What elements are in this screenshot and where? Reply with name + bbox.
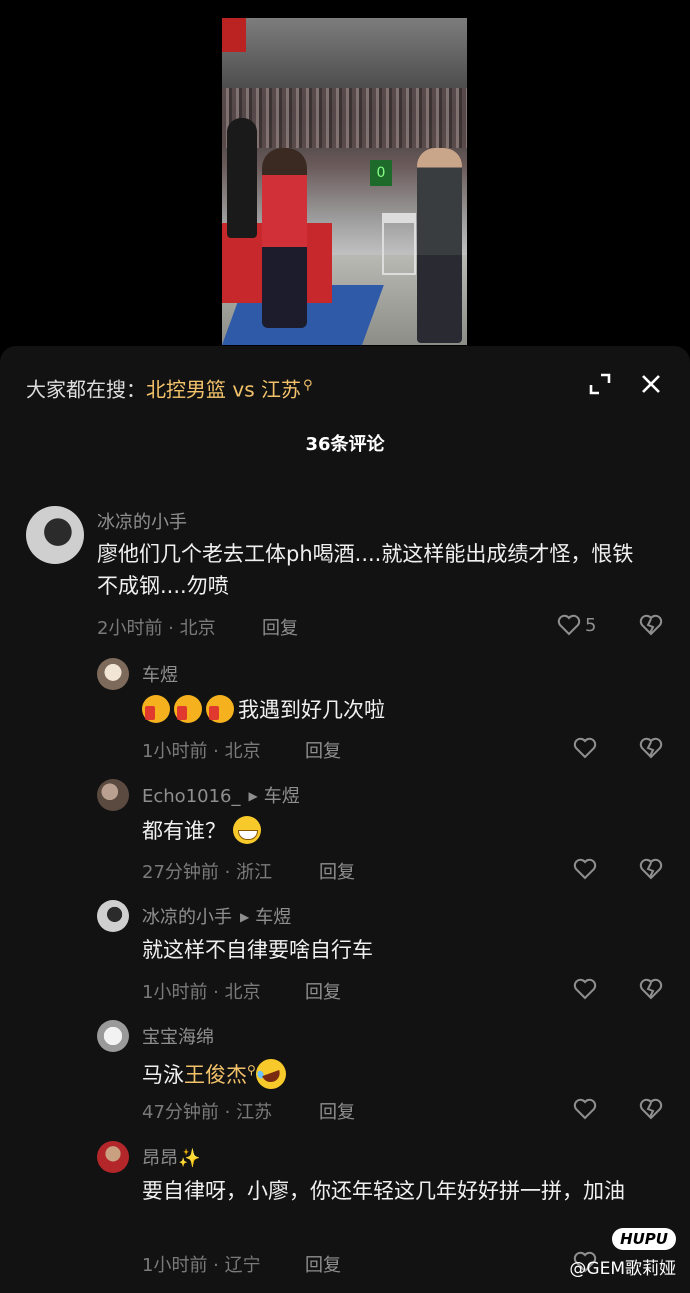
grinning-face-icon: [232, 816, 261, 844]
thumbs-up-icon: [206, 695, 234, 723]
broken-heart-icon: [639, 1098, 663, 1120]
reply-username[interactable]: 冰凉的小手: [142, 907, 232, 928]
comment-meta: 1小时前 · 辽宁: [142, 1255, 261, 1276]
crowd: [222, 88, 467, 148]
comment-text: 就这样不自律要啥自行车: [142, 938, 373, 962]
comment-text-content: 都有谁？: [142, 819, 226, 843]
comment-meta: 1小时前 · 北京: [142, 741, 261, 762]
comment-username[interactable]: 车煜: [142, 661, 178, 687]
trending-search-keyword[interactable]: 北控男篮 vs 江苏: [146, 378, 301, 402]
person-background: [227, 118, 257, 238]
reply-to-username[interactable]: 车煜: [255, 907, 291, 928]
reply-button[interactable]: 回复: [305, 1251, 341, 1277]
like-count: 5: [585, 614, 597, 636]
avatar[interactable]: [97, 1141, 129, 1173]
trending-search[interactable]: 大家都在搜：北控男篮 vs 江苏 ⚲: [26, 368, 313, 404]
avatar[interactable]: [97, 1020, 129, 1052]
comment-count-title: 36条评论: [305, 434, 385, 455]
heart-icon: [573, 858, 597, 880]
search-icon: ⚲: [302, 378, 313, 393]
search-keyword-link[interactable]: 王俊杰: [184, 1063, 247, 1087]
watermark-credit: @GEM歌莉娅: [569, 1259, 676, 1279]
expand-icon: [589, 373, 611, 395]
dislike-button[interactable]: [639, 1098, 663, 1124]
reply-arrow-icon: ▶: [240, 910, 250, 924]
reply-button[interactable]: 回复: [262, 614, 298, 640]
comment-meta: 1小时前 · 北京: [142, 982, 261, 1003]
comment-username[interactable]: 冰凉的小手: [97, 508, 187, 534]
video-preview[interactable]: 0: [222, 18, 467, 345]
staff-figure: [417, 148, 462, 343]
shot-clock: 0: [370, 160, 392, 186]
reply-arrow-icon: ▶: [248, 789, 258, 803]
broken-heart-icon: [639, 737, 663, 759]
watermark: HUPU @GEM歌莉娅: [569, 1228, 676, 1279]
rolling-laughing-face-icon: [251, 1054, 291, 1094]
comment-sheet: 大家都在搜：北控男篮 vs 江苏 ⚲ 36条评论 冰凉的小手 廖他们几个老去工体p…: [0, 346, 690, 1293]
comment-meta: 47分钟前 · 江苏: [142, 1102, 273, 1123]
sparkles-icon: ✨: [178, 1148, 201, 1169]
reply-button[interactable]: 回复: [319, 858, 355, 884]
comment-text-content: 马泳: [142, 1063, 184, 1087]
dislike-button[interactable]: [639, 737, 663, 763]
reply-to-username[interactable]: 车煜: [264, 786, 300, 807]
like-button[interactable]: 5: [557, 614, 596, 636]
expand-button[interactable]: [584, 368, 616, 400]
broken-heart-icon: [639, 978, 663, 1000]
trending-search-prefix: 大家都在搜：: [26, 377, 146, 402]
comment-text: 我遇到好几次啦: [142, 694, 385, 726]
avatar[interactable]: [26, 506, 84, 564]
comment-username: Echo1016_ ▶ 车煜: [142, 782, 300, 808]
like-button[interactable]: [573, 978, 597, 1000]
comment-username: 昂昂✨: [142, 1144, 200, 1170]
search-icon: ⚲: [247, 1063, 256, 1077]
comment-meta: 27分钟前 · 浙江: [142, 862, 273, 883]
comment-username[interactable]: 宝宝海绵: [142, 1023, 214, 1049]
avatar[interactable]: [97, 658, 129, 690]
heart-icon: [573, 737, 597, 759]
reply-button[interactable]: 回复: [305, 978, 341, 1004]
comment-username: 冰凉的小手 ▶ 车煜: [142, 903, 291, 929]
heart-icon: [573, 978, 597, 1000]
comment-text: 马泳王俊杰⚲: [142, 1054, 291, 1094]
reply-username[interactable]: 昂昂: [142, 1148, 178, 1169]
broken-heart-icon: [639, 858, 663, 880]
reply-button[interactable]: 回复: [319, 1098, 355, 1124]
dislike-button[interactable]: [639, 978, 663, 1004]
dislike-button[interactable]: [639, 858, 663, 884]
player-figure: [262, 148, 307, 328]
like-button[interactable]: [573, 737, 597, 759]
comment-meta: 2小时前 · 北京: [97, 618, 216, 639]
comment-text: 要自律呀，小廖，你还年轻这几年好好拼一拼，加油: [142, 1179, 625, 1203]
comment-text: 都有谁？: [142, 815, 261, 847]
dislike-button[interactable]: [639, 614, 663, 640]
reply-username[interactable]: Echo1016_: [142, 786, 241, 807]
hupu-logo: HUPU: [612, 1228, 676, 1250]
comment-text-content: 我遇到好几次啦: [238, 698, 385, 722]
reply-button[interactable]: 回复: [305, 737, 341, 763]
close-button[interactable]: [635, 368, 667, 400]
avatar[interactable]: [97, 900, 129, 932]
heart-icon: [573, 1098, 597, 1120]
heart-icon: [557, 614, 581, 636]
comment-text: 廖他们几个老去工体ph喝酒....就这样能出成绩才怪，恨铁不成钢....勿喷: [97, 542, 634, 598]
thumbs-up-icon: [142, 695, 170, 723]
like-button[interactable]: [573, 858, 597, 880]
arena-banner: [222, 18, 246, 52]
like-button[interactable]: [573, 1098, 597, 1120]
close-icon: [642, 375, 660, 393]
chair: [382, 213, 416, 275]
broken-heart-icon: [639, 614, 663, 636]
avatar[interactable]: [97, 779, 129, 811]
thumbs-up-icon: [174, 695, 202, 723]
